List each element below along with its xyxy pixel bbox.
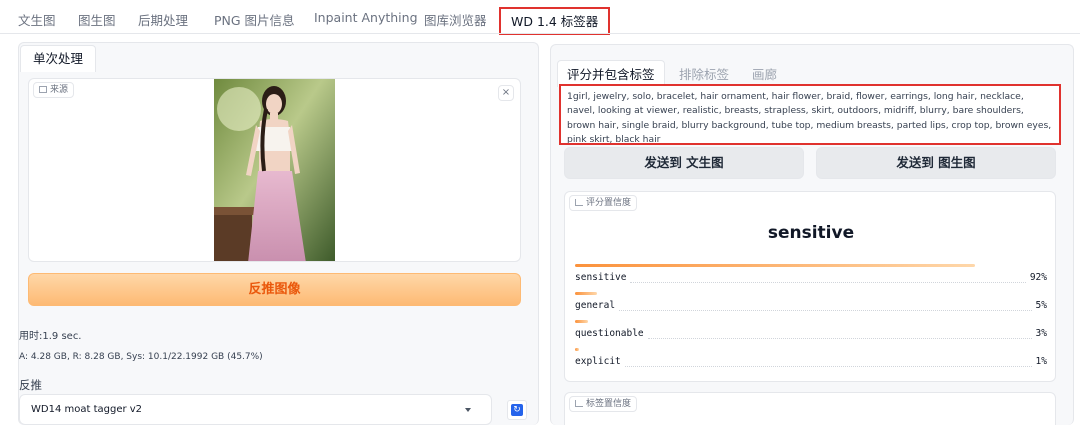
close-icon: × <box>501 87 511 98</box>
rating-bar <box>575 320 588 323</box>
rating-bar <box>575 264 975 267</box>
rating-row-sensitive: sensitive 92% <box>575 264 1047 292</box>
tab-inpaint-anything[interactable]: Inpaint Anything <box>314 10 418 25</box>
interrogator-label: 反推 <box>19 378 42 392</box>
top-tab-bar: 文生图 图生图 后期处理 PNG 图片信息 Inpaint Anything 图… <box>0 0 1080 36</box>
chevron-down-icon <box>465 408 471 412</box>
rating-value: 1% <box>1035 356 1047 367</box>
rating-bar <box>575 292 597 295</box>
tab-image-browser[interactable]: 图库浏览器 <box>424 10 487 29</box>
rating-dots <box>619 310 1032 311</box>
image-icon <box>39 86 47 93</box>
rating-value: 5% <box>1035 300 1047 311</box>
clear-image-button[interactable]: × <box>498 85 514 101</box>
rating-name: questionable <box>575 328 644 339</box>
refresh-icon: ↻ <box>511 404 523 416</box>
tag-conf-label-text: 标签置信度 <box>586 399 632 409</box>
rating-dots <box>648 338 1032 339</box>
tag-confidence-label: 标签置信度 <box>569 396 638 412</box>
tab-extras[interactable]: 后期处理 <box>138 10 188 29</box>
tags-output[interactable]: 1girl, jewelry, solo, bracelet, hair orn… <box>559 84 1061 145</box>
rating-bar <box>575 348 579 351</box>
send-to-txt2img-button[interactable]: 发送到 文生图 <box>564 147 804 179</box>
source-image-box[interactable]: 来源 × <box>28 78 521 262</box>
rating-row-general: general 5% <box>575 292 1047 320</box>
tag-confidence-box: 标签置信度 <box>564 392 1056 425</box>
rating-name: general <box>575 300 616 311</box>
rating-dots <box>625 366 1032 367</box>
tab-excluded-tags[interactable]: 排除标签 <box>679 64 729 83</box>
memory-usage: A: 4.28 GB, R: 8.28 GB, Sys: 10.1/22.199… <box>19 352 263 362</box>
tab-rating-tags[interactable]: 评分并包含标签 <box>557 60 665 87</box>
tab-gallery[interactable]: 画廊 <box>752 64 777 83</box>
chart-icon <box>575 199 583 206</box>
interrogate-button[interactable]: 反推图像 <box>28 273 521 306</box>
rating-value: 92% <box>1029 272 1047 283</box>
rating-name: explicit <box>575 356 621 367</box>
rating-label-text: 评分置信度 <box>586 198 632 208</box>
model-select-value: WD14 moat tagger v2 <box>31 404 143 415</box>
rating-name: sensitive <box>575 272 627 283</box>
tab-txt2img[interactable]: 文生图 <box>18 10 56 29</box>
time-taken: 用时:1.9 sec. <box>19 331 82 342</box>
model-select[interactable]: WD14 moat tagger v2 <box>19 394 492 425</box>
source-image-label: 来源 <box>33 82 75 98</box>
rating-dots <box>630 282 1026 283</box>
tab-png-info[interactable]: PNG 图片信息 <box>214 10 295 29</box>
tab-wd14-tagger[interactable]: WD 1.4 标签器 <box>499 7 611 35</box>
source-label-text: 来源 <box>50 85 69 95</box>
tab-divider <box>0 33 1080 34</box>
tab-img2img[interactable]: 图生图 <box>78 10 116 29</box>
send-to-img2img-button[interactable]: 发送到 图生图 <box>816 147 1056 179</box>
top-rating: sensitive <box>767 223 855 243</box>
rating-row-explicit: explicit 1% <box>575 348 1047 376</box>
chart-icon <box>575 400 583 407</box>
rating-value: 3% <box>1035 328 1047 339</box>
rating-row-questionable: questionable 3% <box>575 320 1047 348</box>
refresh-button[interactable]: ↻ <box>507 400 527 420</box>
source-photo <box>214 79 335 261</box>
rating-confidence-label: 评分置信度 <box>569 195 638 211</box>
tab-single-process[interactable]: 单次处理 <box>20 45 96 72</box>
rating-confidence-box: 评分置信度 sensitive sensitive 92% general 5% que… <box>564 191 1056 382</box>
